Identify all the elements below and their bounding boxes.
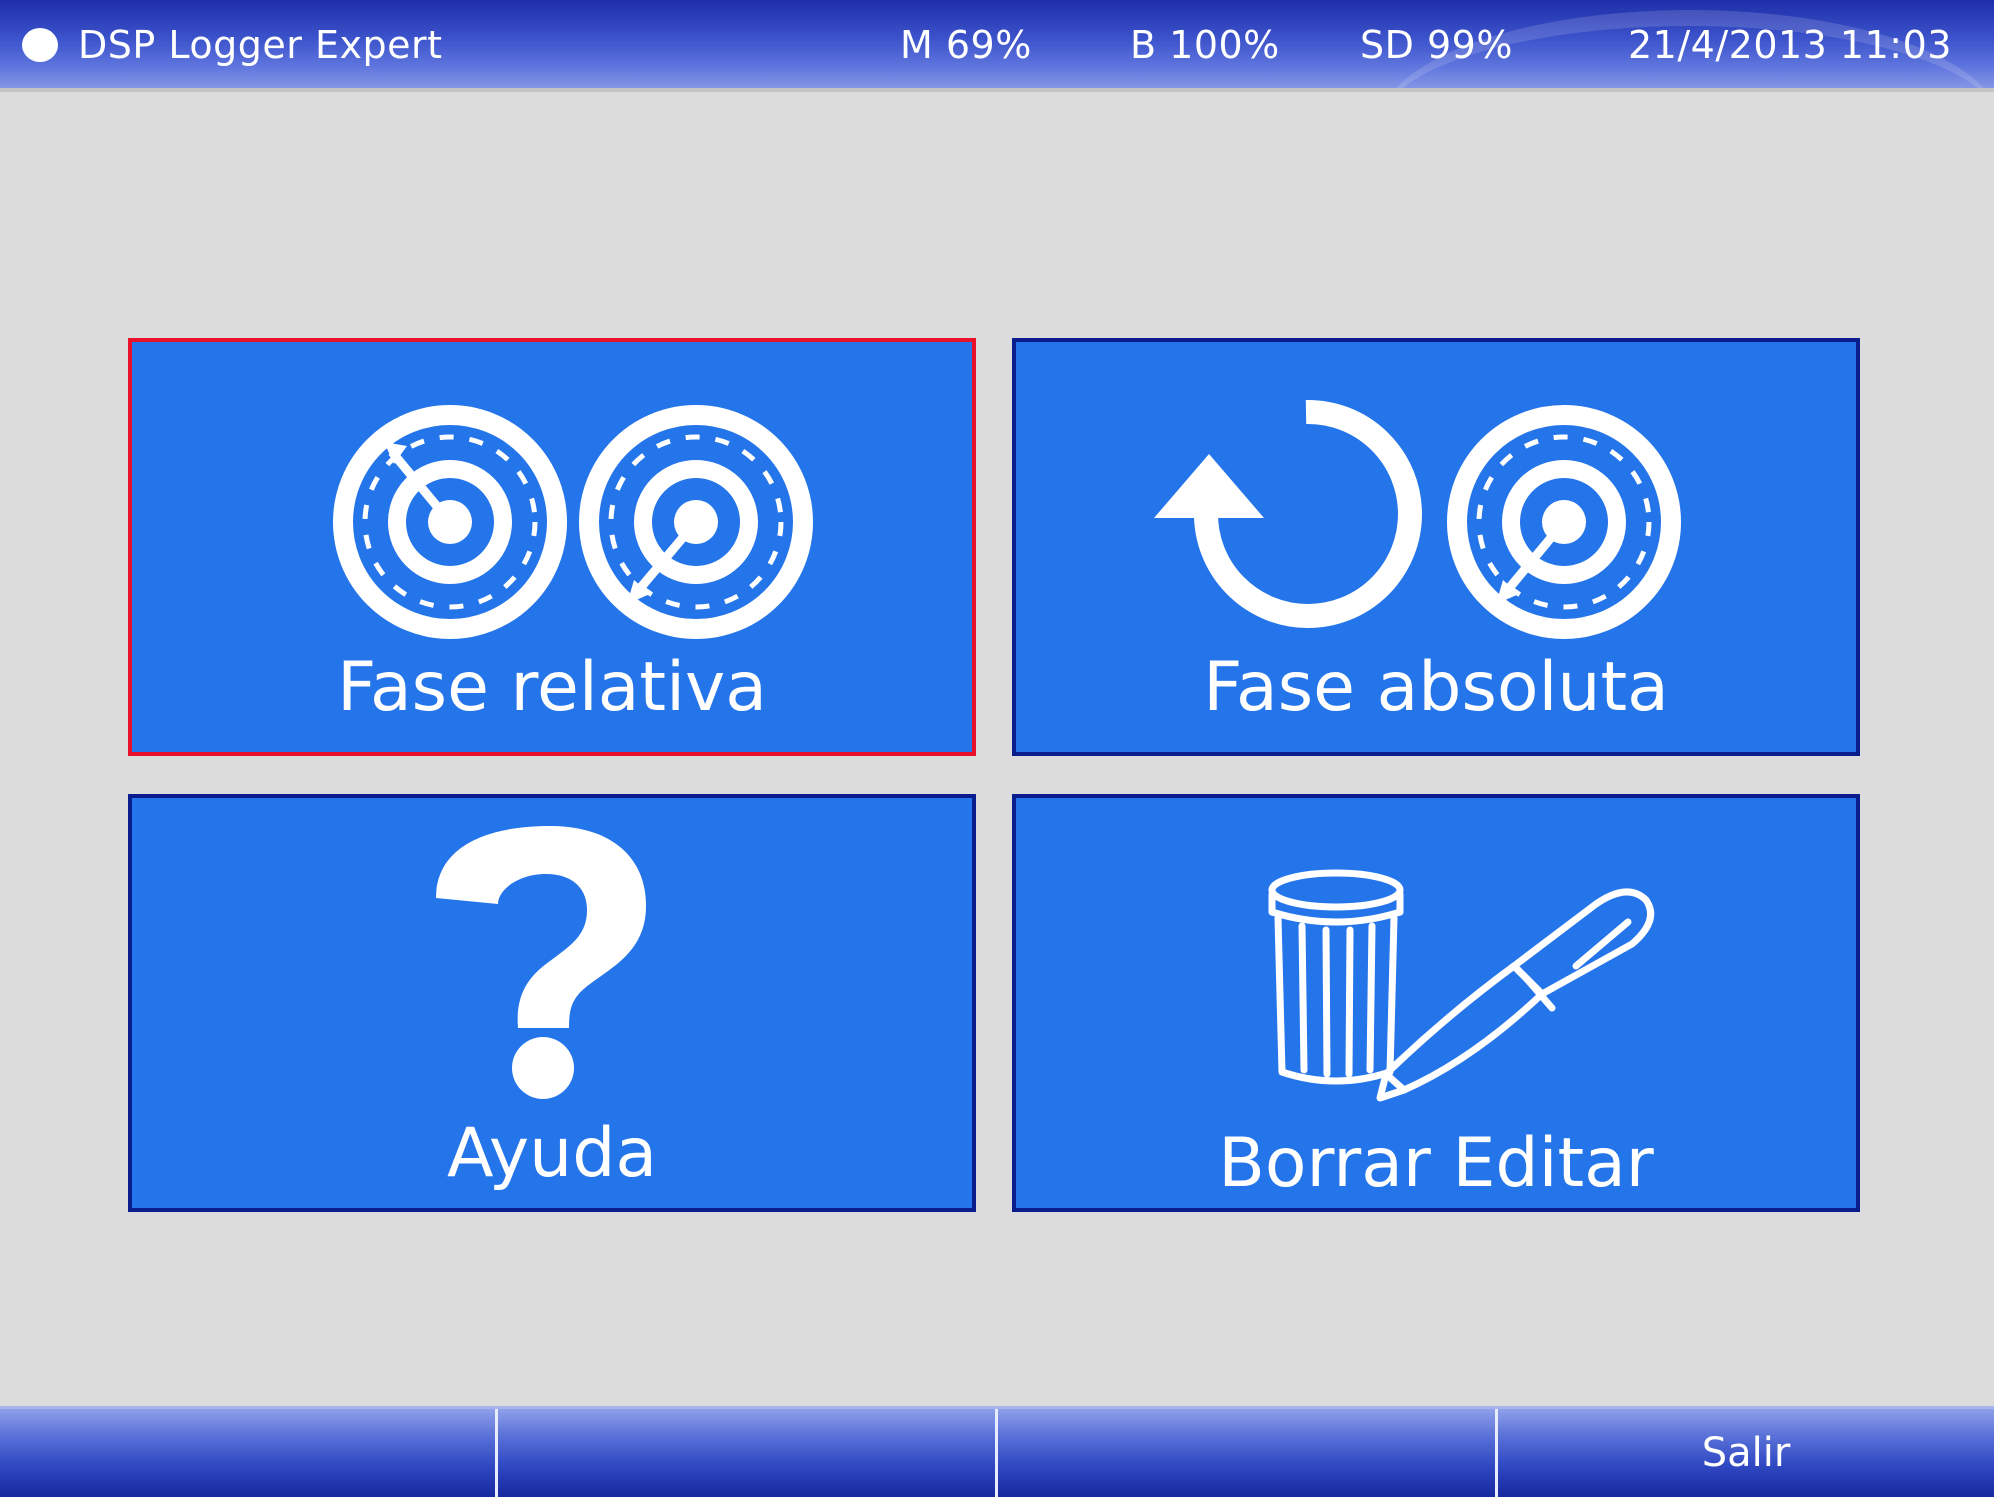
tile-label: Borrar Editar bbox=[1218, 1124, 1654, 1203]
tile-label: Fase relativa bbox=[337, 648, 767, 727]
tile-borrar-editar[interactable]: Borrar Editar bbox=[1012, 794, 1860, 1212]
status-dot-icon bbox=[22, 28, 58, 62]
tile-fase-relativa[interactable]: Fase relativa bbox=[128, 338, 976, 756]
tile-fase-absoluta[interactable]: Fase absoluta bbox=[1012, 338, 1860, 756]
device-screen: DSP Logger Expert M 69% B 100% SD 99% 21… bbox=[0, 0, 1994, 1497]
softkey-3[interactable] bbox=[998, 1409, 1498, 1497]
status-bar: DSP Logger Expert M 69% B 100% SD 99% 21… bbox=[0, 0, 1994, 88]
battery-status: B 100% bbox=[1130, 23, 1280, 67]
tile-ayuda[interactable]: Ayuda bbox=[128, 794, 976, 1212]
header-divider bbox=[0, 88, 1994, 92]
softkey-2[interactable] bbox=[498, 1409, 998, 1497]
exit-button[interactable]: Salir bbox=[1498, 1409, 1994, 1497]
softkey-bar: Salir bbox=[0, 1406, 1994, 1497]
tile-label: Ayuda bbox=[446, 1114, 658, 1193]
memory-status: M 69% bbox=[900, 23, 1032, 67]
softkey-1[interactable] bbox=[0, 1409, 498, 1497]
exit-button-label: Salir bbox=[1701, 1430, 1791, 1476]
date-time: 21/4/2013 11:03 bbox=[1628, 23, 1952, 67]
app-title: DSP Logger Expert bbox=[78, 23, 443, 67]
sd-card-status: SD 99% bbox=[1360, 23, 1513, 67]
tile-label: Fase absoluta bbox=[1203, 648, 1669, 727]
